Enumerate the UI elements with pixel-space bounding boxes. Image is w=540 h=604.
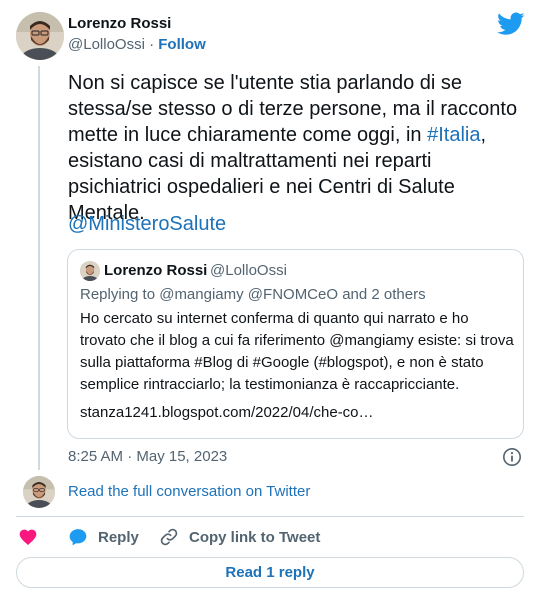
author-handle-row: @LolloOssi · Follow xyxy=(68,36,206,53)
embedded-tweet-card: Lorenzo Rossi @LolloOssi · Follow Non si… xyxy=(0,0,540,604)
link-icon xyxy=(160,528,178,546)
heart-icon xyxy=(19,529,37,545)
like-button[interactable] xyxy=(18,527,38,547)
author-name[interactable]: Lorenzo Rossi xyxy=(68,15,171,32)
quoted-replying-to: Replying to @mangiamy @FNOMCeO and 2 oth… xyxy=(80,286,426,303)
quoted-author-handle: @LolloOssi xyxy=(210,262,287,279)
reply-label: Reply xyxy=(98,528,139,546)
reply-button[interactable]: Reply xyxy=(68,527,139,547)
tweet-text: Non si capisce se l'utente stia parlando… xyxy=(68,70,530,226)
tweet-timestamp[interactable]: 8:25 AM · May 15, 2023 xyxy=(68,448,227,465)
twitter-bird-icon[interactable] xyxy=(497,12,525,36)
author-handle[interactable]: @LolloOssi xyxy=(68,36,145,53)
actions-divider xyxy=(16,516,524,517)
separator-dot: · xyxy=(149,36,155,53)
quoted-tweet-text: Ho cercato su internet conferma di quant… xyxy=(80,310,518,393)
conversation-avatar xyxy=(23,476,55,508)
quoted-author-name: Lorenzo Rossi xyxy=(104,262,208,279)
read-replies-button[interactable]: Read 1 reply xyxy=(16,557,524,588)
read-conversation-link[interactable]: Read the full conversation on Twitter xyxy=(68,483,310,500)
quoted-tweet-link[interactable]: stanza1241.blogspot.com/2022/04/che-co… xyxy=(80,404,374,421)
follow-button[interactable]: Follow xyxy=(158,36,206,53)
copy-link-button[interactable]: Copy link to Tweet xyxy=(159,527,320,547)
thread-line xyxy=(38,66,40,470)
quoted-author-avatar xyxy=(80,261,100,281)
hashtag-italia-link[interactable]: #Italia xyxy=(427,124,480,146)
copy-link-label: Copy link to Tweet xyxy=(189,528,321,546)
info-icon[interactable] xyxy=(502,447,522,467)
mention-link[interactable]: @MinisteroSalute xyxy=(68,211,226,237)
author-avatar[interactable] xyxy=(16,12,64,60)
reply-bubble-icon xyxy=(69,529,87,546)
